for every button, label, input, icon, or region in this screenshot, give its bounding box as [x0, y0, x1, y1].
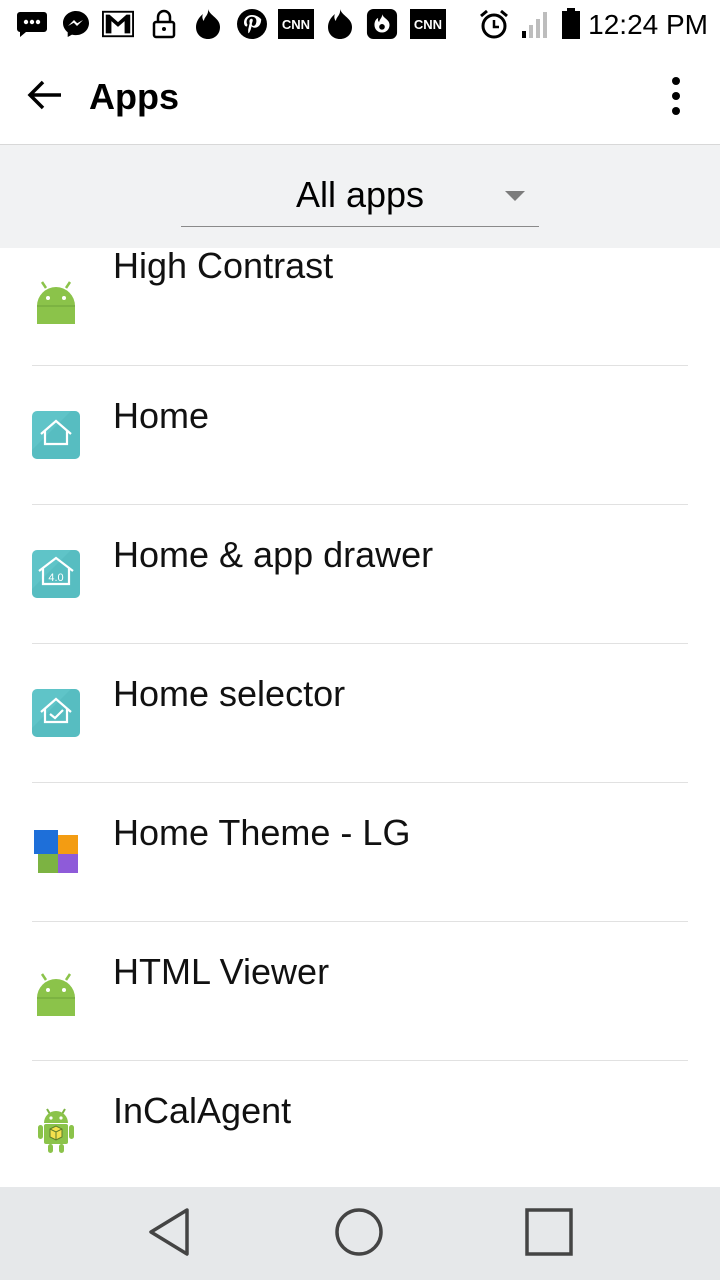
list-item[interactable]: High Contrast — [0, 248, 720, 375]
list-item[interactable]: HTML Viewer — [0, 931, 720, 1070]
status-bar: CNN CNN 12:24 PM — [0, 0, 720, 50]
app-list: High Contrast Home 4.0 Home & app drawer… — [0, 248, 720, 1187]
lock-icon — [148, 8, 180, 40]
nav-back-button[interactable] — [137, 1201, 203, 1267]
svg-text:CNN: CNN — [414, 17, 442, 32]
list-item[interactable]: Home Theme - LG — [0, 792, 720, 931]
back-button[interactable] — [18, 70, 72, 124]
navigation-bar — [0, 1187, 720, 1280]
app-label: Home — [113, 395, 210, 436]
app-label: Home & app drawer — [113, 534, 434, 575]
android-package-icon — [31, 1105, 81, 1155]
list-item[interactable]: InCalAgent — [0, 1070, 720, 1187]
list-divider — [32, 782, 688, 783]
cnn-icon: CNN — [278, 8, 314, 40]
signal-icon — [520, 8, 552, 40]
home-4-0-icon: 4.0 — [31, 549, 81, 599]
recents-square-icon — [524, 1207, 574, 1262]
alarm-icon — [478, 8, 510, 40]
app-bar: Apps — [0, 50, 720, 145]
list-item[interactable]: Home selector — [0, 653, 720, 792]
battery-icon — [558, 8, 584, 40]
app-label: InCalAgent — [113, 1090, 292, 1131]
app-label: Home Theme - LG — [113, 812, 411, 853]
arrow-back-icon — [27, 79, 63, 116]
list-item[interactable]: Home — [0, 375, 720, 514]
back-triangle-icon — [147, 1207, 193, 1262]
list-item[interactable]: 4.0 Home & app drawer — [0, 514, 720, 653]
list-divider — [32, 1060, 688, 1061]
home-check-icon — [31, 688, 81, 738]
gmail-icon — [102, 8, 134, 40]
list-divider — [32, 504, 688, 505]
nav-home-button[interactable] — [326, 1201, 392, 1267]
svg-text:4.0: 4.0 — [48, 572, 63, 584]
messenger-icon — [60, 8, 92, 40]
cnn-icon: CNN — [410, 8, 446, 40]
app-filter-dropdown[interactable]: All apps — [181, 165, 539, 227]
list-divider — [32, 921, 688, 922]
android-icon — [31, 966, 81, 1016]
app-label: HTML Viewer — [113, 951, 330, 992]
filter-bar: All apps — [0, 145, 720, 248]
home-icon — [31, 410, 81, 460]
nav-recents-button[interactable] — [516, 1201, 582, 1267]
hotspot-flame-icon — [366, 8, 398, 40]
svg-text:CNN: CNN — [282, 17, 310, 32]
page-title: Apps — [89, 76, 179, 117]
status-time: 12:24 PM — [588, 9, 708, 40]
android-icon — [31, 274, 81, 324]
pinterest-icon — [236, 8, 268, 40]
theme-tiles-icon — [31, 827, 81, 877]
tinder-icon — [192, 8, 224, 40]
sms-icon — [16, 8, 48, 40]
tinder-icon — [324, 8, 356, 40]
home-circle-icon — [334, 1207, 384, 1262]
list-divider — [32, 365, 688, 366]
app-label: High Contrast — [113, 248, 334, 286]
filter-selected-label: All apps — [295, 174, 425, 215]
list-divider — [32, 643, 688, 644]
more-options-button[interactable] — [652, 72, 700, 124]
more-vert-icon — [671, 76, 681, 121]
app-label: Home selector — [113, 673, 346, 714]
dropdown-arrow-icon — [505, 191, 525, 201]
